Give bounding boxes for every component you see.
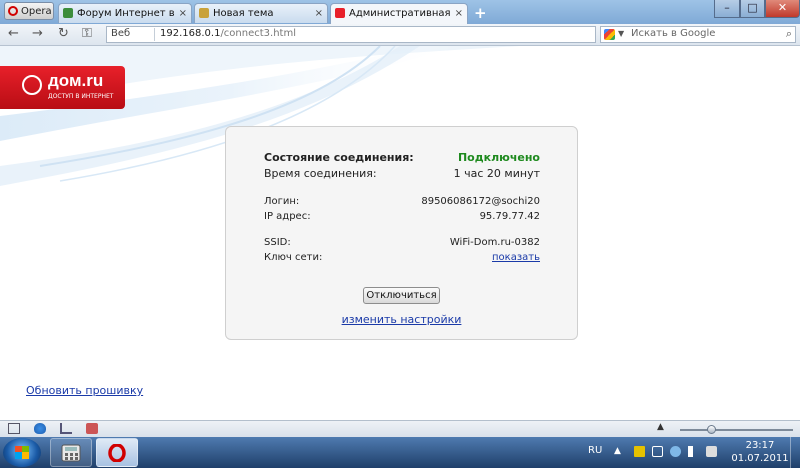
tab-close-icon[interactable]: ×	[315, 4, 323, 23]
login-value: 89506086172@sochi20	[421, 196, 540, 207]
address-field[interactable]: Веб 192.168.0.1/connect3.html	[106, 26, 596, 43]
unite-icon[interactable]	[60, 423, 72, 434]
close-window-button[interactable]: ✕	[765, 0, 800, 18]
login-label: Логин:	[264, 196, 300, 207]
browser-titlebar: Opera Форум Интернет в Ни... × Новая тем…	[0, 0, 800, 24]
wand-key-icon[interactable]: ⚿	[82, 27, 92, 41]
opera-menu-label: Opera	[21, 6, 52, 17]
connection-state-row: Состояние соединения: Подключено	[264, 151, 540, 164]
show-hidden-icons-icon[interactable]: ▲	[614, 446, 625, 457]
address-separator	[154, 28, 155, 41]
start-button[interactable]	[3, 438, 41, 467]
tab-forum[interactable]: Форум Интернет в Ни... ×	[58, 3, 192, 23]
zoom-slider-thumb[interactable]	[707, 425, 716, 434]
forward-button[interactable]: →	[32, 27, 43, 41]
address-toolbar: ← → ↻ ⚿ Веб 192.168.0.1/connect3.html ▼ …	[0, 24, 800, 46]
change-settings-link[interactable]: изменить настройки	[342, 313, 462, 326]
opera-icon	[108, 444, 126, 462]
web-label: Веб	[111, 28, 131, 39]
back-button[interactable]: ←	[8, 27, 19, 41]
tab-admin-panel[interactable]: Административная па... ×	[330, 3, 468, 24]
turbo-icon[interactable]	[86, 423, 98, 434]
chevron-down-icon[interactable]: ▼	[618, 29, 624, 38]
domru-logo-icon	[22, 75, 42, 95]
tab-label: Новая тема	[213, 8, 274, 19]
ssid-value: WiFi-Dom.ru-0382	[449, 237, 540, 248]
tab-label: Административная па...	[349, 8, 453, 19]
opera-logo-icon	[8, 6, 18, 16]
tab-close-icon[interactable]: ×	[179, 4, 187, 23]
maximize-button[interactable]: □	[740, 0, 765, 18]
url-host: 192.168.0.1	[160, 28, 221, 39]
new-tab-button[interactable]: +	[474, 4, 487, 22]
browser-statusbar: ▲	[0, 420, 800, 438]
update-firmware-link[interactable]: Обновить прошивку	[26, 384, 143, 397]
connection-status-panel: Состояние соединения: Подключено Время с…	[225, 126, 578, 340]
ssid-row: SSID: WiFi-Dom.ru-0382	[264, 237, 540, 248]
calculator-icon	[61, 444, 81, 462]
forum-favicon-icon	[63, 8, 73, 18]
reload-button[interactable]: ↻	[58, 27, 69, 41]
search-placeholder: Искать в Google	[631, 28, 716, 39]
action-center-icon[interactable]	[634, 446, 645, 457]
url-path: /connect3.html	[220, 28, 296, 39]
tab-close-icon[interactable]: ×	[455, 4, 463, 23]
logo-brand-text: дом.ru	[48, 71, 104, 90]
disconnect-button[interactable]: Отключиться	[363, 287, 440, 304]
connection-time-row: Время соединения: 1 час 20 минут	[264, 167, 540, 180]
taskbar-app-opera[interactable]	[96, 438, 138, 467]
windows-logo-icon-lower	[15, 452, 29, 459]
clock-date: 01.07.2011	[731, 453, 789, 464]
network-key-label: Ключ сети:	[264, 252, 323, 263]
domru-logo: дом.ru ДОСТУП В ИНТЕРНЕТ	[0, 66, 125, 109]
windows-taskbar: RU ▲ 23:17 01.07.2011	[0, 437, 800, 468]
ip-value: 95.79.77.42	[479, 211, 540, 222]
opera-menu-button[interactable]: Opera	[4, 2, 54, 20]
show-desktop-button[interactable]	[790, 437, 800, 468]
ip-row: IP адрес: 95.79.77.42	[264, 211, 540, 222]
tab-label: Форум Интернет в Ни...	[77, 8, 177, 19]
clock[interactable]: 23:17 01.07.2011	[730, 439, 790, 465]
page-content: дом.ru ДОСТУП В ИНТЕРНЕТ Состояние соеди…	[0, 46, 800, 420]
panel-toggle-icon[interactable]	[8, 423, 20, 434]
zoom-toggle-icon[interactable]: ▲	[657, 422, 664, 432]
search-field[interactable]: ▼ Искать в Google ⌕	[600, 26, 796, 43]
show-key-link[interactable]: показать	[492, 252, 540, 263]
login-row: Логин: 89506086172@sochi20	[264, 196, 540, 207]
network-icon[interactable]	[652, 446, 663, 457]
power-icon[interactable]	[706, 446, 717, 457]
logo-tagline: ДОСТУП В ИНТЕРНЕТ	[48, 93, 114, 100]
connection-time-label: Время соединения:	[264, 167, 377, 180]
url-text[interactable]: 192.168.0.1/connect3.html	[160, 28, 296, 39]
topic-favicon-icon	[199, 8, 209, 18]
connection-state-value: Подключено	[457, 151, 540, 164]
zoom-slider-track[interactable]	[680, 429, 793, 431]
domru-favicon-icon	[335, 8, 345, 18]
minimize-button[interactable]: –	[714, 0, 740, 18]
connection-state-label: Состояние соединения:	[264, 151, 414, 164]
tab-new-topic[interactable]: Новая тема ×	[194, 3, 328, 23]
search-icon[interactable]: ⌕	[786, 27, 792, 41]
ip-label: IP адрес:	[264, 211, 311, 222]
clock-time: 23:17	[745, 440, 775, 451]
bluetooth-icon[interactable]	[670, 446, 681, 457]
connection-time-value: 1 час 20 минут	[453, 167, 540, 180]
ssid-label: SSID:	[264, 237, 291, 248]
volume-icon[interactable]	[688, 446, 699, 457]
language-indicator[interactable]: RU	[588, 445, 602, 456]
opera-link-icon[interactable]	[34, 423, 46, 434]
google-icon[interactable]	[604, 29, 615, 40]
network-key-row: Ключ сети: показать	[264, 252, 540, 263]
taskbar-app-explorer[interactable]	[50, 438, 92, 467]
